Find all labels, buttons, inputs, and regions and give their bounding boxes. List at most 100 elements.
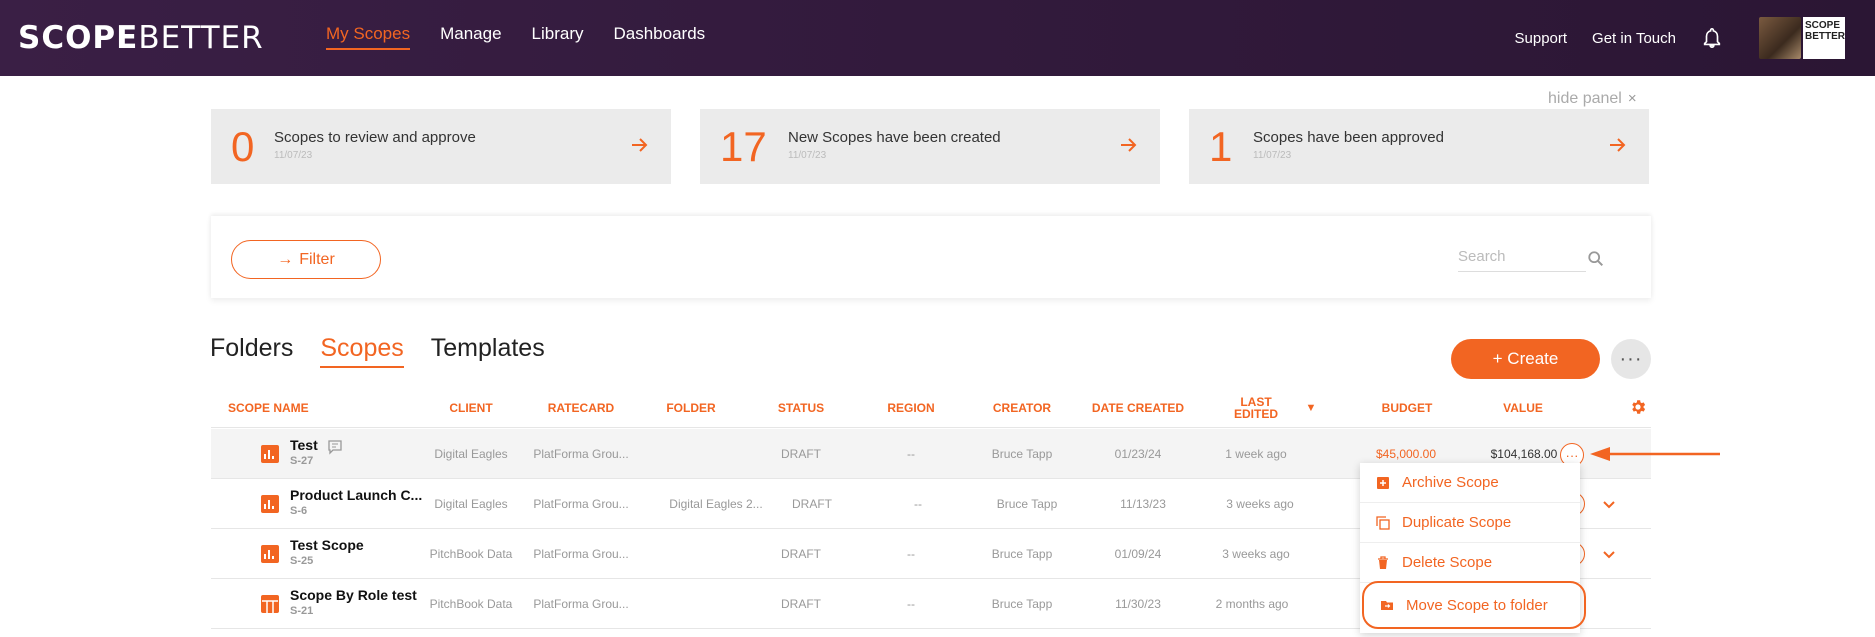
support-link[interactable]: Support (1515, 30, 1568, 47)
column-last-edited[interactable]: Last Edited (1231, 388, 1281, 428)
scope-name[interactable]: Scope By Role test (290, 587, 417, 603)
chevron-down-icon[interactable] (1601, 546, 1617, 562)
summary-card-created[interactable]: 17 New Scopes have been created 11/07/23 (700, 109, 1160, 184)
status-cell: DRAFT (781, 597, 821, 611)
chart-icon (261, 495, 279, 513)
date-created-cell: 11/13/23 (1120, 497, 1166, 511)
duplicate-scope-menu-item[interactable]: Duplicate Scope (1360, 503, 1580, 543)
summary-card-approved[interactable]: 1 Scopes have been approved 11/07/23 (1189, 109, 1649, 184)
arrow-right-icon[interactable] (1118, 135, 1138, 155)
region-cell: -- (907, 547, 915, 561)
creator-cell: Bruce Tapp (996, 497, 1058, 511)
column-status[interactable]: Status (766, 388, 836, 428)
gear-icon[interactable] (1629, 398, 1647, 416)
client-cell: PitchBook Data (429, 547, 513, 561)
chevron-down-icon[interactable] (1601, 496, 1617, 512)
card-count: 1 (1209, 123, 1233, 170)
summary-card-review[interactable]: 0 Scopes to review and approve 11/07/23 (211, 109, 671, 184)
last-edited-cell: 1 week ago (1225, 447, 1287, 461)
more-options-button[interactable]: ··· (1611, 339, 1651, 379)
menu-item-label: Move Scope to folder (1406, 596, 1548, 614)
column-scope-name[interactable]: Scope Name (228, 388, 318, 428)
arrow-right-icon: → (277, 250, 294, 268)
hide-panel-button[interactable]: hide panel × (1548, 90, 1637, 108)
status-cell: DRAFT (781, 547, 821, 561)
bell-icon[interactable] (1701, 26, 1723, 50)
folder-cell (656, 579, 726, 629)
scope-id: S-27 (290, 455, 314, 467)
card-date: 11/07/23 (274, 150, 313, 161)
tab-scopes[interactable]: Scopes (320, 334, 404, 368)
archive-icon (1377, 476, 1389, 489)
status-cell: DRAFT (792, 497, 832, 511)
row-actions-menu: Archive Scope Duplicate Scope Delete Sco… (1360, 463, 1586, 633)
view-tabs: Folders Scopes Templates (210, 334, 545, 368)
column-region[interactable]: Region (876, 388, 946, 428)
ratecard-cell: PlatForma Grou... (533, 497, 629, 511)
scope-name[interactable]: Test Scope (290, 537, 364, 553)
menu-item-label: Archive Scope (1402, 474, 1499, 491)
region-cell: -- (907, 597, 915, 611)
column-date-created[interactable]: Date Created (1088, 388, 1188, 428)
menu-item-label: Duplicate Scope (1402, 514, 1512, 531)
last-edited-cell: 3 weeks ago (1226, 497, 1294, 511)
scope-id: S-25 (290, 555, 314, 567)
tab-templates[interactable]: Templates (431, 334, 545, 368)
last-edited-cell: 2 months ago (1215, 597, 1289, 611)
region-cell: -- (907, 447, 915, 461)
scope-id: S-21 (290, 605, 314, 617)
status-cell: DRAFT (781, 447, 821, 461)
folder-cell (656, 429, 726, 479)
get-in-touch-link[interactable]: Get in Touch (1592, 30, 1676, 47)
logo-text-light: BETTER (138, 20, 264, 56)
arrow-right-icon[interactable] (629, 135, 649, 155)
scope-name[interactable]: Test (290, 437, 318, 453)
chart-icon (261, 545, 279, 563)
card-date: 11/07/23 (788, 150, 827, 161)
delete-scope-menu-item[interactable]: Delete Scope (1360, 543, 1580, 583)
summary-cards: 0 Scopes to review and approve 11/07/23 … (211, 109, 1649, 184)
logo[interactable]: SCOPEBETTER (18, 20, 264, 56)
filter-button[interactable]: → Filter (231, 240, 381, 279)
creator-cell: Bruce Tapp (991, 597, 1053, 611)
nav-dashboards[interactable]: Dashboards (614, 24, 706, 50)
comment-icon[interactable] (327, 439, 343, 455)
card-count: 0 (231, 123, 255, 170)
date-created-cell: 11/30/23 (1115, 597, 1161, 611)
column-ratecard[interactable]: Ratecard (541, 388, 621, 428)
table-icon (261, 595, 279, 613)
move-scope-to-folder-menu-item[interactable]: Move Scope to folder (1362, 581, 1586, 629)
nav-manage[interactable]: Manage (440, 24, 501, 50)
archive-scope-menu-item[interactable]: Archive Scope (1360, 463, 1580, 503)
search-icon[interactable] (1587, 250, 1605, 268)
column-folder[interactable]: Folder (656, 388, 726, 428)
column-budget[interactable]: Budget (1372, 388, 1442, 428)
card-text: Scopes have been approved (1253, 129, 1444, 146)
card-count: 17 (720, 123, 767, 170)
card-date: 11/07/23 (1253, 150, 1292, 161)
last-edited-cell: 3 weeks ago (1222, 547, 1290, 561)
arrow-right-icon[interactable] (1607, 135, 1627, 155)
ratecard-cell: PlatForma Grou... (533, 597, 629, 611)
column-creator[interactable]: Creator (987, 388, 1057, 428)
scope-name[interactable]: Product Launch C... (290, 487, 422, 503)
folder-cell: Digital Eagles 2... (669, 497, 763, 511)
create-button[interactable]: + Create (1451, 339, 1600, 379)
scope-id: S-6 (290, 505, 308, 517)
table-header: Scope Name Client Ratecard Folder Status… (211, 388, 1651, 428)
client-cell: PitchBook Data (429, 597, 513, 611)
sort-desc-icon[interactable]: ▼ (1301, 388, 1321, 428)
tab-folders[interactable]: Folders (210, 334, 293, 368)
column-value[interactable]: Value (1488, 388, 1558, 428)
ratecard-cell: PlatForma Grou... (533, 547, 629, 561)
column-client[interactable]: Client (436, 388, 506, 428)
avatar[interactable] (1759, 17, 1801, 59)
region-cell: -- (914, 497, 922, 511)
nav-my-scopes[interactable]: My Scopes (326, 24, 411, 50)
nav-library[interactable]: Library (532, 24, 584, 50)
folder-move-icon (1381, 601, 1393, 610)
filter-bar: → Filter Search (211, 216, 1651, 298)
close-icon: × (1627, 90, 1637, 107)
copy-icon (1376, 515, 1390, 530)
search-input[interactable]: Search (1458, 248, 1586, 272)
